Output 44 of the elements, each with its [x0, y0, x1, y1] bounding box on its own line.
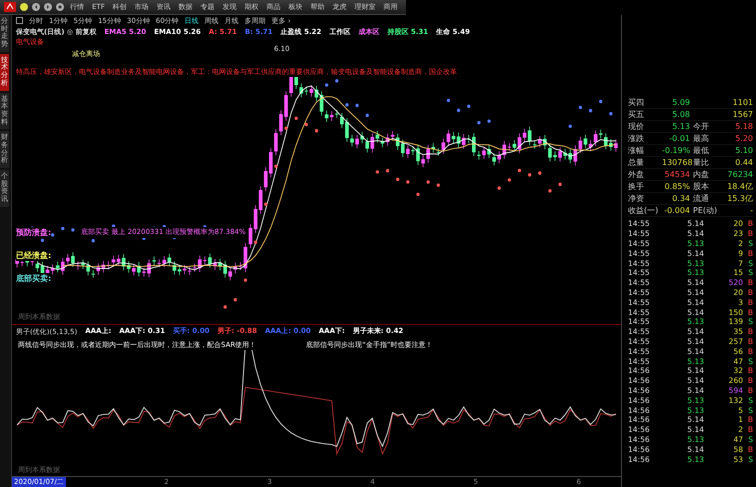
forward-icon[interactable]: [44, 3, 52, 11]
quote-value: -0.004: [663, 206, 690, 215]
quote-value: 5.20: [734, 134, 753, 143]
quote-label: 涨幅: [628, 145, 645, 156]
quote-value: 76234: [726, 170, 753, 179]
quote-label: 今开: [693, 122, 709, 131]
window-icon[interactable]: [16, 17, 23, 24]
quote-value: 5.13: [671, 122, 690, 131]
quote-value: 54534: [664, 170, 690, 179]
quote-value: 0.44: [734, 158, 753, 167]
quote-label: 最低: [693, 146, 709, 155]
quote-value: 15.3亿: [726, 193, 753, 204]
quote-label: 外盘: [628, 169, 645, 180]
quote-label: 量比: [693, 158, 709, 167]
quote-value: 0.85%: [664, 182, 690, 191]
quote-label: 股本: [693, 182, 709, 191]
signal-label: 预防溃盘:: [16, 227, 52, 238]
quote-value: -0.01: [668, 134, 690, 143]
back-icon[interactable]: [32, 3, 40, 11]
quote-value: 0.34: [671, 194, 690, 203]
quote-value: -: [749, 206, 753, 215]
quote-label: 流通: [693, 194, 709, 203]
quote-label: 内盘: [693, 170, 709, 179]
quote-label: 最高: [693, 134, 709, 143]
quote-value: 18.4亿: [726, 181, 753, 192]
quote-label: 净资: [628, 193, 645, 204]
quote-value: 5.08: [671, 110, 690, 119]
signal-label: 已经溃盘:: [16, 250, 52, 261]
quote-label: 总量: [628, 157, 645, 168]
logo-icon: [4, 2, 16, 12]
quote-label: 买四: [628, 97, 645, 108]
quote-value: 1567: [732, 110, 753, 119]
quote-label: 换手: [628, 181, 645, 192]
quote-value: 1101: [732, 98, 753, 107]
signal-label: 底部买卖:: [16, 273, 52, 284]
quote-value: -0.19%: [662, 146, 690, 155]
quote-value: 5.10: [734, 146, 753, 155]
quote-value: 5.18: [734, 122, 753, 131]
quote-value: 5.09: [671, 98, 690, 107]
quote-label: 收益(一): [628, 205, 660, 216]
quote-label: 现价: [628, 121, 645, 132]
quote-label: 买五: [628, 109, 645, 120]
quote-label: 涨跌: [628, 133, 645, 144]
quote-label: PE(动): [693, 206, 718, 215]
